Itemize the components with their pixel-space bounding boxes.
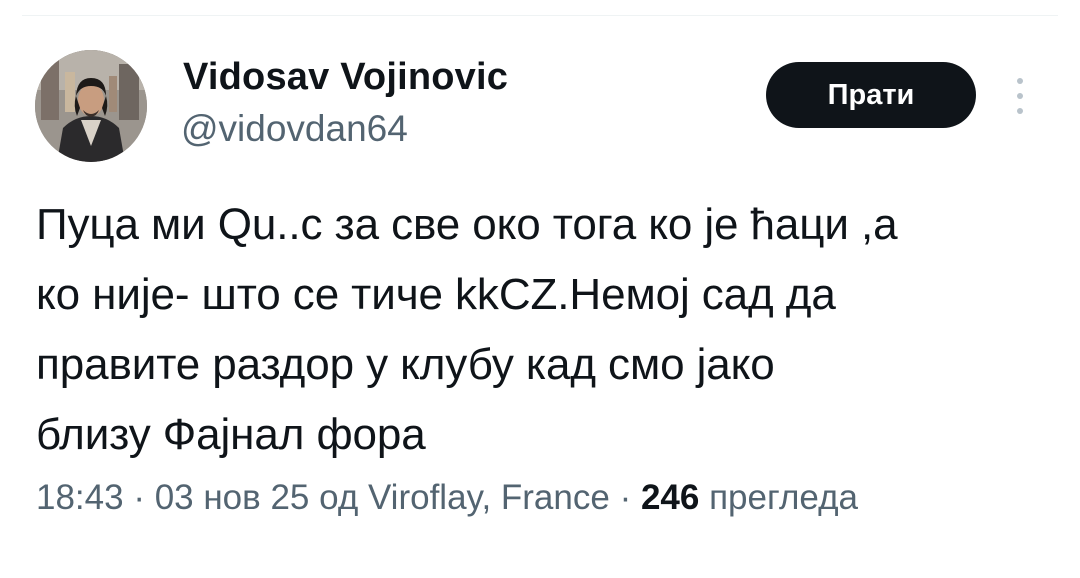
display-name[interactable]: Vidosav Vojinovic bbox=[183, 56, 508, 99]
timestamp-date[interactable]: 03 нов 25 bbox=[155, 478, 310, 517]
views-label: прегледа bbox=[699, 478, 858, 517]
follow-button[interactable]: Прати bbox=[766, 62, 976, 128]
views-count[interactable]: 246 bbox=[641, 478, 699, 517]
meta-separator: · bbox=[123, 478, 155, 517]
dot bbox=[1017, 78, 1023, 84]
avatar[interactable] bbox=[35, 50, 147, 162]
dot bbox=[1017, 93, 1023, 99]
avatar-photo bbox=[35, 50, 147, 162]
vertical-ellipsis-icon[interactable] bbox=[1010, 78, 1030, 114]
dot bbox=[1017, 108, 1023, 114]
tweet-meta: 18:43 · 03 нов 25 од Viroflay, France · … bbox=[36, 478, 858, 518]
tweet-card: Vidosav Vojinovic @vidovdan64 Прати Пуца… bbox=[0, 0, 1080, 578]
meta-separator: · bbox=[609, 478, 641, 517]
location: од Viroflay, France bbox=[309, 478, 610, 517]
top-divider bbox=[22, 15, 1058, 16]
timestamp-time[interactable]: 18:43 bbox=[36, 478, 124, 517]
user-handle[interactable]: @vidovdan64 bbox=[181, 108, 408, 150]
tweet-text: Пуца ми Qu..с за све око тога ко је ћаци… bbox=[36, 200, 898, 459]
